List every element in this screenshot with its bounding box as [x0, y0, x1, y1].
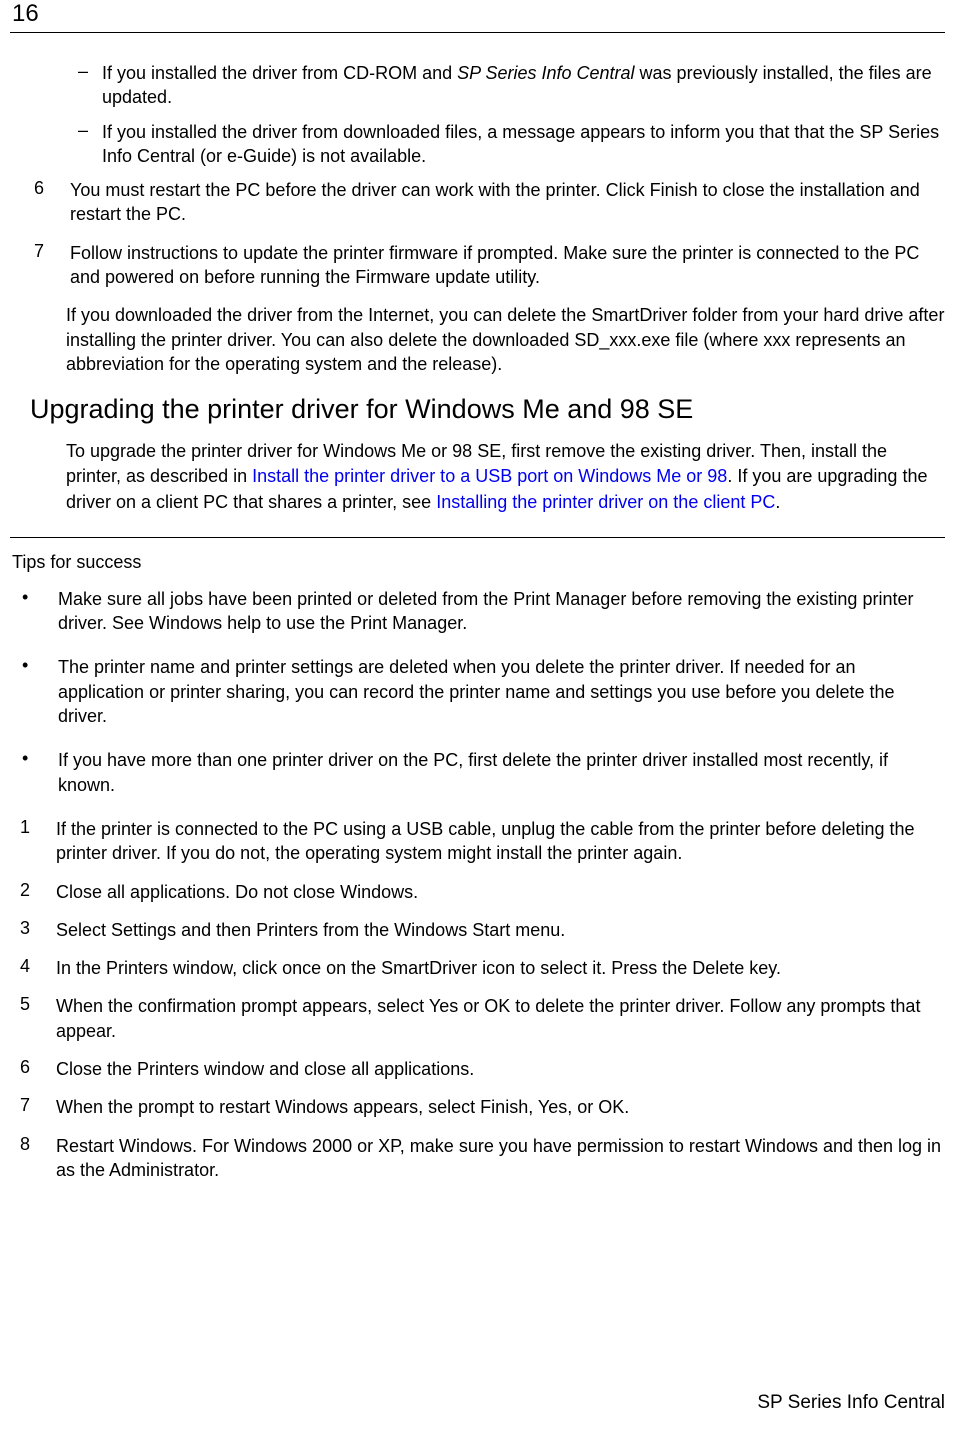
tips-heading: Tips for success	[10, 552, 945, 573]
list-number: 1	[10, 817, 56, 866]
page-header: 16	[10, 0, 945, 33]
list-number: 4	[10, 956, 56, 980]
sub-list-item: – If you installed the driver from CD-RO…	[78, 61, 945, 110]
ordered-list-item: 3 Select Settings and then Printers from…	[10, 918, 945, 942]
ordered-list-item: 6 You must restart the PC before the dri…	[30, 178, 945, 227]
sub-list-item: – If you installed the driver from downl…	[78, 120, 945, 169]
page-number: 16	[10, 0, 945, 28]
main-content: – If you installed the driver from CD-RO…	[10, 61, 945, 515]
ordered-list-item: 8 Restart Windows. For Windows 2000 or X…	[10, 1134, 945, 1183]
ordered-list-item: 4 In the Printers window, click once on …	[10, 956, 945, 980]
dash-icon: –	[78, 61, 102, 110]
body-text: If the printer is connected to the PC us…	[56, 817, 945, 866]
body-text: Select Settings and then Printers from t…	[56, 918, 945, 942]
body-text: When the confirmation prompt appears, se…	[56, 994, 945, 1043]
section-heading: Upgrading the printer driver for Windows…	[30, 394, 945, 425]
ordered-list-item: 7 Follow instructions to update the prin…	[30, 241, 945, 290]
dash-icon: –	[78, 120, 102, 169]
list-number: 8	[10, 1134, 56, 1183]
list-number: 2	[10, 880, 56, 904]
link-install-client[interactable]: Installing the printer driver on the cli…	[436, 492, 775, 512]
bullet-icon: •	[10, 748, 58, 797]
link-install-usb[interactable]: Install the printer driver to a USB port…	[252, 466, 727, 486]
paragraph: If you downloaded the driver from the In…	[66, 303, 945, 376]
body-text: When the prompt to restart Windows appea…	[56, 1095, 945, 1119]
body-text: The printer name and printer settings ar…	[58, 655, 945, 728]
list-number: 6	[30, 178, 70, 227]
ordered-list-item: 5 When the confirmation prompt appears, …	[10, 994, 945, 1043]
bullet-icon: •	[10, 587, 58, 636]
list-number: 7	[30, 241, 70, 290]
list-number: 3	[10, 918, 56, 942]
body-text: .	[775, 492, 780, 512]
bullet-list-item: • Make sure all jobs have been printed o…	[10, 587, 945, 636]
list-number: 5	[10, 994, 56, 1043]
body-text: Close the Printers window and close all …	[56, 1057, 945, 1081]
ordered-list-item: 6 Close the Printers window and close al…	[10, 1057, 945, 1081]
list-number: 6	[10, 1057, 56, 1081]
paragraph: To upgrade the printer driver for Window…	[66, 439, 945, 515]
body-text: Restart Windows. For Windows 2000 or XP,…	[56, 1134, 945, 1183]
bullet-icon: •	[10, 655, 58, 728]
divider	[10, 537, 945, 538]
footer-text: SP Series Info Central	[757, 1392, 945, 1414]
bullet-list-item: • If you have more than one printer driv…	[10, 748, 945, 797]
body-text: In the Printers window, click once on th…	[56, 956, 945, 980]
body-text: Close all applications. Do not close Win…	[56, 880, 945, 904]
body-text: Make sure all jobs have been printed or …	[58, 587, 945, 636]
bullet-list-item: • The printer name and printer settings …	[10, 655, 945, 728]
list-number: 7	[10, 1095, 56, 1119]
body-text: You must restart the PC before the drive…	[70, 178, 945, 227]
body-text: If you installed the driver from CD-ROM …	[102, 61, 945, 110]
body-text: If you installed the driver from downloa…	[102, 120, 945, 169]
body-text: If you have more than one printer driver…	[58, 748, 945, 797]
ordered-list-item: 1 If the printer is connected to the PC …	[10, 817, 945, 866]
ordered-list-item: 7 When the prompt to restart Windows app…	[10, 1095, 945, 1119]
body-text: Follow instructions to update the printe…	[70, 241, 945, 290]
ordered-list-item: 2 Close all applications. Do not close W…	[10, 880, 945, 904]
